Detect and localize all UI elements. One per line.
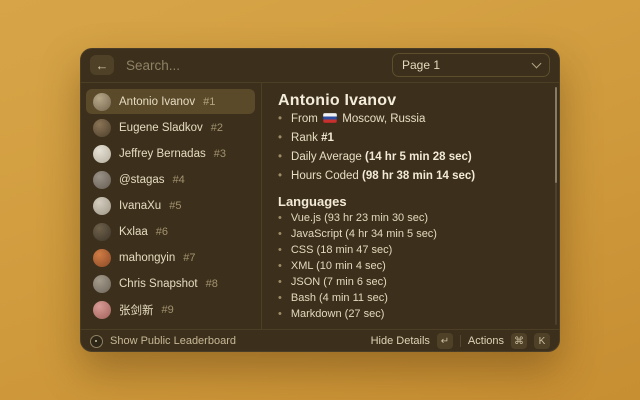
user-rank: #6 <box>156 226 168 238</box>
avatar <box>93 171 111 189</box>
list-item[interactable]: Chris Snapshot #8 <box>86 271 255 296</box>
list-item[interactable]: IvanaXu #5 <box>86 193 255 218</box>
user-name: Jeffrey Bernadas <box>119 148 206 160</box>
back-button[interactable]: ← <box>90 55 114 75</box>
user-name: Kxlaa <box>119 226 148 238</box>
command-key-icon: ⌘ <box>511 333 527 349</box>
user-name: mahongyin <box>119 252 175 264</box>
user-name: 张剑新 <box>119 302 154 318</box>
list-item[interactable]: Eugene Sladkov #2 <box>86 115 255 140</box>
languages-heading: Languages <box>278 194 544 210</box>
user-rank: #3 <box>214 148 226 160</box>
detail-info-rank: Rank #1 <box>278 129 544 148</box>
avatar <box>93 223 111 241</box>
avatar <box>93 145 111 163</box>
footer-left-label: Show Public Leaderboard <box>110 335 236 347</box>
list-item[interactable]: 张剑新 #9 <box>86 297 255 322</box>
detail-info-list: From Moscow, Russia Rank #1 Daily Averag… <box>278 110 544 186</box>
user-name: IvanaXu <box>119 200 161 212</box>
avatar <box>93 197 111 215</box>
avatar <box>93 275 111 293</box>
avatar <box>93 119 111 137</box>
language-item: JavaScript (4 hr 34 min 5 sec) <box>278 226 544 242</box>
language-item: JSON (7 min 6 sec) <box>278 274 544 290</box>
arrow-left-icon: ← <box>96 58 109 73</box>
language-item: Markdown (27 sec) <box>278 306 544 322</box>
list-item[interactable]: @stagas #4 <box>86 167 255 192</box>
detail-title: Antonio Ivanov <box>278 91 544 110</box>
leaderboard-list: Antonio Ivanov #1 Eugene Sladkov #2 Jeff… <box>80 83 262 329</box>
detail-info-from: From Moscow, Russia <box>278 110 544 129</box>
language-item: Vue.js (93 hr 23 min 30 sec) <box>278 210 544 226</box>
user-rank: #4 <box>173 174 185 186</box>
list-item[interactable]: mahongyin #7 <box>86 245 255 270</box>
list-item[interactable]: Kxlaa #6 <box>86 219 255 244</box>
russia-flag-icon <box>323 113 337 123</box>
avatar <box>93 93 111 111</box>
enter-key-icon: ↵ <box>437 333 453 349</box>
footer-actions: Hide Details ↵ Actions ⌘ K <box>371 333 550 349</box>
user-name: Antonio Ivanov <box>119 96 195 108</box>
scrollbar-thumb[interactable] <box>555 87 557 183</box>
list-item[interactable]: Jeffrey Bernadas #3 <box>86 141 255 166</box>
k-key-icon: K <box>534 333 550 349</box>
hide-details-button[interactable]: Hide Details <box>371 335 430 347</box>
user-rank: #1 <box>203 96 215 108</box>
user-rank: #5 <box>169 200 181 212</box>
user-name: Eugene Sladkov <box>119 122 203 134</box>
detail-panel: Antonio Ivanov From Moscow, Russia Rank … <box>262 83 560 329</box>
window-body: Antonio Ivanov #1 Eugene Sladkov #2 Jeff… <box>80 83 560 329</box>
language-item: CSS (18 min 47 sec) <box>278 242 544 258</box>
actions-button[interactable]: Actions <box>468 335 504 347</box>
show-public-leaderboard-button[interactable]: Show Public Leaderboard <box>90 335 236 348</box>
detail-info-hours-coded: Hours Coded (98 hr 38 min 14 sec) <box>278 167 544 186</box>
languages-list: Vue.js (93 hr 23 min 30 sec) JavaScript … <box>278 210 544 322</box>
chevron-down-icon <box>532 59 542 69</box>
user-rank: #8 <box>206 278 218 290</box>
detail-info-daily-average: Daily Average (14 hr 5 min 28 sec) <box>278 148 544 167</box>
top-bar: ← Page 1 <box>80 48 560 83</box>
user-rank: #7 <box>183 252 195 264</box>
avatar <box>93 249 111 267</box>
page-dropdown[interactable]: Page 1 <box>392 53 550 77</box>
language-item: XML (10 min 4 sec) <box>278 258 544 274</box>
avatar <box>93 301 111 319</box>
search-input[interactable] <box>124 57 382 74</box>
page-dropdown-value: Page 1 <box>402 58 440 72</box>
user-name: @stagas <box>119 174 165 186</box>
app-window: ← Page 1 Antonio Ivanov #1 Eugene Sladko… <box>80 48 560 352</box>
language-item: Bash (4 min 11 sec) <box>278 290 544 306</box>
leaderboard-logo-icon <box>90 335 103 348</box>
user-name: Chris Snapshot <box>119 278 198 290</box>
footer-bar: Show Public Leaderboard Hide Details ↵ A… <box>80 329 560 352</box>
list-item[interactable]: Antonio Ivanov #1 <box>86 89 255 114</box>
user-rank: #2 <box>211 122 223 134</box>
footer-separator <box>460 335 461 347</box>
user-rank: #9 <box>162 304 174 316</box>
